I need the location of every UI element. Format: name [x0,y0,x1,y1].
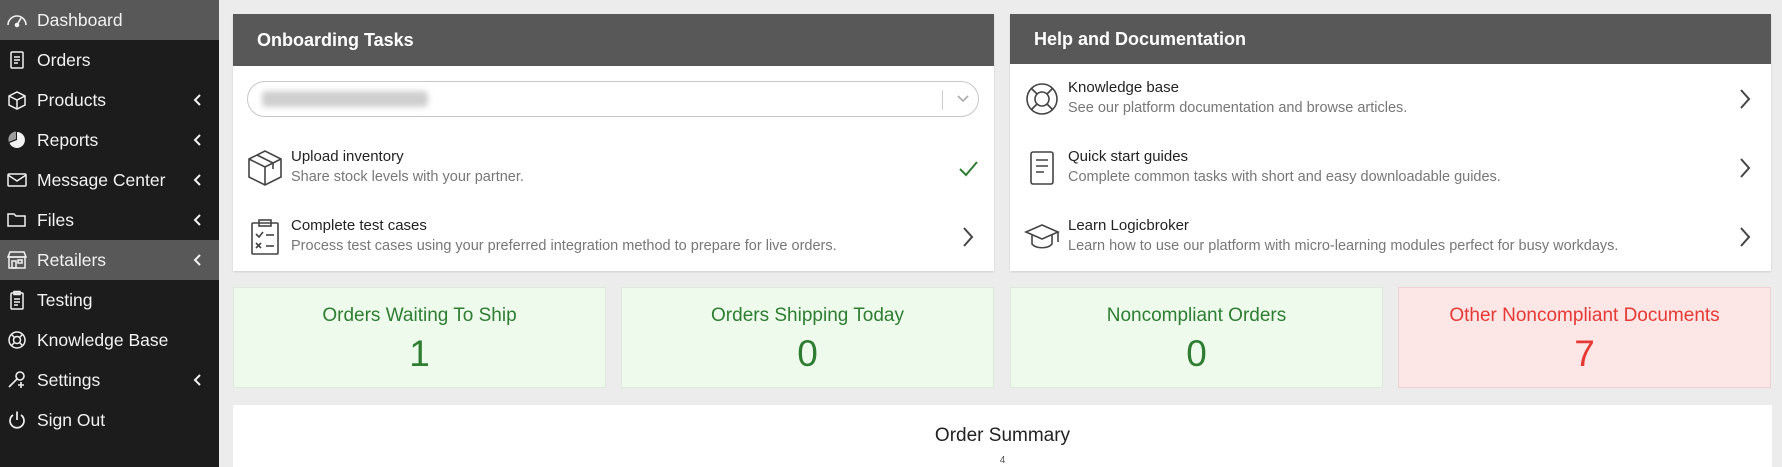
gauge-icon [6,10,28,30]
sidebar-item-knowledge-base[interactable]: Knowledge Base [0,320,219,360]
task-title: Complete test cases [291,217,427,234]
task-description: Share stock levels with your partner. [291,169,524,185]
lifebuoy-icon [6,330,28,350]
stat-label: Noncompliant Orders [1106,305,1287,326]
partner-select[interactable] [247,81,979,117]
stat-other-noncompliant-documents[interactable]: Other Noncompliant Documents 7 [1398,287,1771,388]
package-icon [247,149,283,187]
sidebar-item-testing[interactable]: Testing [0,280,219,320]
select-divider [942,90,943,110]
storefront-icon [6,250,28,270]
graduation-cap-icon [1024,218,1060,256]
box-icon [6,90,28,110]
chevron-left-icon[interactable] [192,374,202,386]
sidebar-item-label: Message Center [37,169,166,190]
onboarding-panel: Onboarding Tasks Upload inventory Share … [233,14,994,271]
envelope-icon [6,170,28,190]
stat-orders-shipping-today[interactable]: Orders Shipping Today 0 [621,287,994,388]
task-description: Process test cases using your preferred … [291,238,837,254]
sidebar-item-label: Knowledge Base [37,329,169,350]
help-item-knowledge-base[interactable]: Knowledge base See our platform document… [1010,69,1771,131]
stat-value: 7 [1574,333,1595,374]
stat-label: Orders Waiting To Ship [322,305,517,326]
sidebar-item-label: Files [37,209,74,230]
document-icon [1024,149,1060,187]
onboarding-title: Onboarding Tasks [233,14,994,66]
help-item-title: Learn Logicbroker [1068,217,1189,234]
order-summary-panel: Order Summary 4 [233,405,1772,467]
chevron-right-icon[interactable] [958,225,978,249]
chevron-right-icon[interactable] [1735,87,1755,111]
chart-axis-tick: 4 [999,455,1006,466]
checkmark-icon [958,156,978,180]
sidebar-item-products[interactable]: Products [0,80,219,120]
sidebar-item-label: Sign Out [37,409,106,430]
sidebar-item-label: Dashboard [37,9,123,30]
sidebar-item-orders[interactable]: Orders [0,40,219,80]
sidebar-item-sign-out[interactable]: Sign Out [0,400,219,440]
task-title: Upload inventory [291,148,404,165]
task-upload-inventory[interactable]: Upload inventory Share stock levels with… [233,138,994,200]
stat-noncompliant-orders[interactable]: Noncompliant Orders 0 [1010,287,1383,388]
sidebar-item-label: Orders [37,49,91,70]
sidebar-item-reports[interactable]: Reports [0,120,219,160]
stat-orders-waiting-to-ship[interactable]: Orders Waiting To Ship 1 [233,287,606,388]
sidebar-item-retailers[interactable]: Retailers [0,240,219,280]
sidebar-item-files[interactable]: Files [0,200,219,240]
chevron-left-icon[interactable] [192,214,202,226]
stat-value: 1 [409,333,430,374]
receipt-icon [6,50,28,70]
chevron-right-icon[interactable] [1735,156,1755,180]
sidebar-item-message-center[interactable]: Message Center [0,160,219,200]
clipboard-icon [6,290,28,310]
chevron-left-icon[interactable] [192,254,202,266]
wrench-icon [6,370,28,390]
sidebar-item-dashboard[interactable]: Dashboard [0,0,219,40]
chevron-right-icon[interactable] [1735,225,1755,249]
help-item-description: See our platform documentation and brows… [1068,100,1408,116]
task-complete-test-cases[interactable]: Complete test cases Process test cases u… [233,207,994,269]
chevron-down-icon[interactable] [956,94,970,104]
chevron-left-icon[interactable] [192,134,202,146]
help-item-description: Learn how to use our platform with micro… [1068,238,1619,254]
chevron-left-icon[interactable] [192,174,202,186]
pie-chart-icon [6,130,28,150]
sidebar: Dashboard Orders Products Reports Messag… [0,0,219,467]
order-summary-title: Order Summary [934,425,1071,446]
lifebuoy-icon [1024,80,1060,118]
power-icon [6,410,28,430]
help-item-title: Knowledge base [1068,79,1179,96]
chevron-left-icon[interactable] [192,94,202,106]
help-item-description: Complete common tasks with short and eas… [1068,169,1501,185]
help-panel: Help and Documentation Knowledge base Se… [1010,14,1771,271]
help-title: Help and Documentation [1010,14,1771,64]
sidebar-item-label: Retailers [37,249,107,270]
checklist-icon [247,218,283,256]
help-item-learn-logicbroker[interactable]: Learn Logicbroker Learn how to use our p… [1010,207,1771,269]
stat-label: Orders Shipping Today [711,305,904,326]
stat-value: 0 [797,333,818,374]
sidebar-item-label: Products [37,89,107,110]
sidebar-item-label: Reports [37,129,99,150]
stat-value: 0 [1186,333,1207,374]
sidebar-item-label: Settings [37,369,101,390]
sidebar-item-settings[interactable]: Settings [0,360,219,400]
folder-icon [6,210,28,230]
help-item-quick-start-guides[interactable]: Quick start guides Complete common tasks… [1010,138,1771,200]
sidebar-item-label: Testing [37,289,93,310]
selected-partner-redacted [262,91,428,107]
stat-label: Other Noncompliant Documents [1449,305,1720,326]
help-item-title: Quick start guides [1068,148,1189,165]
